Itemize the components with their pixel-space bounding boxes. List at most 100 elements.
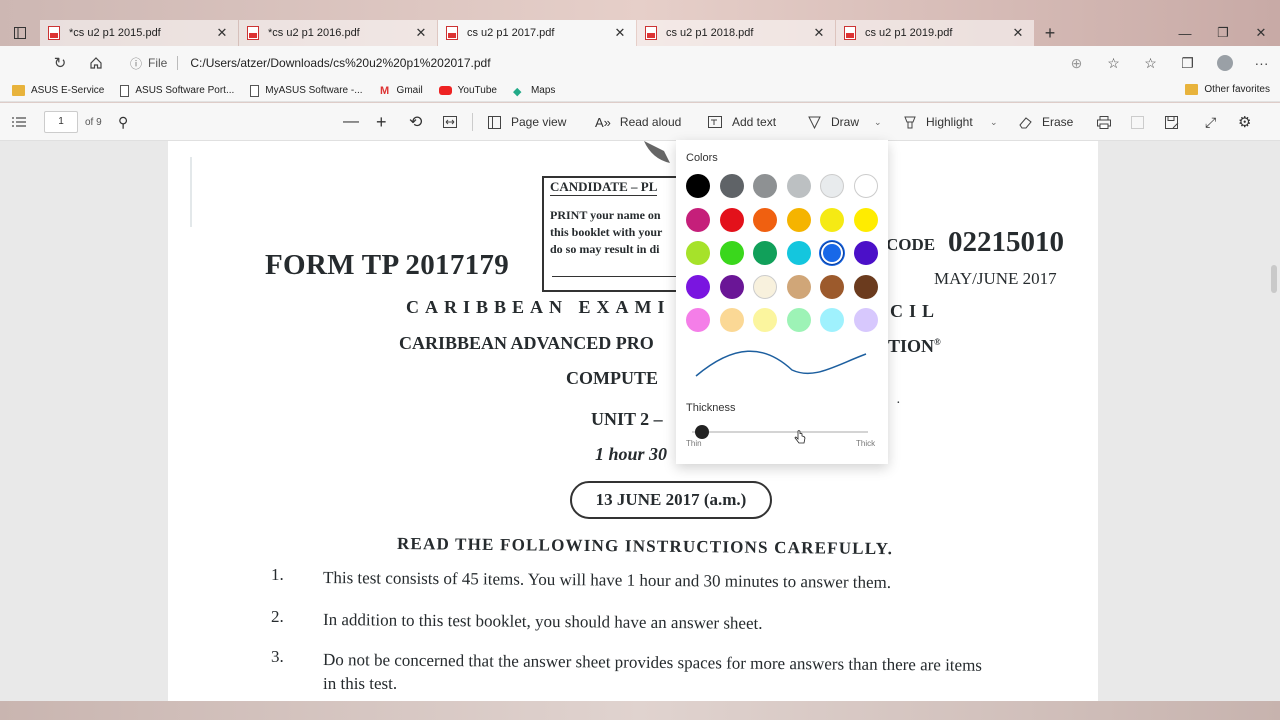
more-menu-icon[interactable]: ···: [1243, 55, 1280, 71]
color-swatch[interactable]: [786, 241, 811, 265]
color-swatch[interactable]: [853, 174, 878, 198]
tab-2[interactable]: *cs u2 p1 2016.pdf ✕: [239, 20, 437, 46]
capec-right-text: TION: [888, 336, 935, 356]
instruction-text: Do not be concerned that the answer shee…: [322, 650, 983, 675]
highlight-options-chevron[interactable]: ⌄: [990, 103, 998, 141]
fullscreen-button[interactable]: ⤢: [1205, 103, 1216, 141]
minimize-button[interactable]: —: [1166, 20, 1204, 46]
zoom-in-button[interactable]: +: [376, 103, 387, 141]
favorite-item[interactable]: ◆ Maps: [513, 85, 555, 98]
colors-label: Colors: [686, 152, 718, 164]
tab-4[interactable]: cs u2 p1 2018.pdf ✕: [637, 20, 835, 46]
close-tab-icon[interactable]: ✕: [612, 25, 628, 41]
save-disabled-button[interactable]: [1131, 103, 1144, 141]
color-swatch[interactable]: [786, 274, 811, 299]
add-text-button[interactable]: Add text: [708, 103, 776, 141]
zoom-out-button[interactable]: —: [343, 103, 359, 141]
favorite-item[interactable]: MyASUS Software -...: [250, 84, 363, 97]
color-swatch[interactable]: [719, 274, 744, 299]
add-favorite-icon[interactable]: ☆: [1095, 55, 1132, 72]
read-aloud-button[interactable]: A» Read aloud: [595, 103, 681, 141]
save-as-button[interactable]: [1165, 103, 1179, 141]
color-swatch[interactable]: [753, 308, 777, 332]
color-swatch[interactable]: [686, 308, 710, 332]
print-button[interactable]: [1097, 103, 1111, 141]
color-swatch[interactable]: [753, 174, 777, 198]
color-swatch[interactable]: [853, 241, 878, 265]
color-swatch[interactable]: [753, 241, 777, 265]
close-tab-icon[interactable]: ✕: [811, 25, 827, 41]
color-swatch[interactable]: [820, 308, 844, 332]
color-swatch[interactable]: [719, 308, 744, 332]
collections-icon[interactable]: ❐: [1169, 55, 1206, 72]
favorite-item[interactable]: ASUS E-Service: [12, 85, 104, 96]
color-swatch[interactable]: [853, 274, 878, 299]
color-swatch[interactable]: [786, 207, 811, 232]
color-swatch[interactable]: [820, 174, 844, 198]
draw-options-chevron[interactable]: ⌄: [874, 103, 882, 141]
color-swatch[interactable]: [820, 241, 844, 265]
rotate-button[interactable]: ⟲: [409, 103, 422, 141]
tab-3[interactable]: cs u2 p1 2017.pdf ✕: [438, 20, 636, 46]
form-tp-number: FORM TP 2017179: [265, 249, 510, 281]
thickness-slider-track[interactable]: [692, 431, 868, 433]
info-icon[interactable]: ⓘ: [130, 55, 142, 72]
fit-width-button[interactable]: [443, 103, 457, 141]
favorite-item[interactable]: YouTube: [438, 85, 497, 96]
close-tab-icon[interactable]: ✕: [1010, 25, 1026, 41]
tab-title: cs u2 p1 2019.pdf: [865, 27, 953, 39]
folder-icon: [12, 85, 25, 96]
refresh-button[interactable]: ↻: [42, 46, 78, 80]
tab-title: *cs u2 p1 2015.pdf: [69, 27, 161, 39]
page-number-input[interactable]: 1: [44, 111, 78, 133]
color-swatch[interactable]: [719, 174, 744, 198]
profile-avatar[interactable]: [1206, 55, 1243, 71]
color-swatch[interactable]: [686, 174, 710, 198]
home-icon: [90, 57, 102, 69]
council-name-left: CARIBBEAN EXAMI: [406, 297, 671, 317]
color-swatch[interactable]: [686, 241, 710, 265]
tab-actions-button[interactable]: [0, 20, 40, 46]
color-swatch[interactable]: [686, 274, 710, 299]
print-icon: [1097, 115, 1111, 129]
color-swatch[interactable]: [786, 308, 811, 332]
close-tab-icon[interactable]: ✕: [413, 25, 429, 41]
color-swatch[interactable]: [820, 207, 844, 232]
highlight-button[interactable]: Highlight: [903, 103, 973, 141]
new-tab-button[interactable]: +: [1035, 20, 1065, 46]
unit-title: UNIT 2 –: [591, 409, 663, 429]
close-window-button[interactable]: ✕: [1242, 20, 1280, 46]
zoom-icon[interactable]: ⊕: [1058, 55, 1095, 72]
color-swatch[interactable]: [719, 207, 744, 232]
address-bar[interactable]: ⓘ File C:/Users/atzer/Downloads/cs%20u2%…: [130, 52, 1060, 74]
exam-session: MAY/JUNE 2017: [934, 269, 1057, 288]
contents-button[interactable]: [12, 103, 26, 141]
thickness-slider-thumb[interactable]: [695, 425, 709, 439]
favorite-item[interactable]: M Gmail: [379, 85, 423, 97]
highlight-label: Highlight: [926, 115, 973, 129]
color-swatch[interactable]: [853, 207, 878, 232]
close-tab-icon[interactable]: ✕: [214, 25, 230, 41]
erase-button[interactable]: Erase: [1019, 103, 1073, 141]
draw-button[interactable]: Draw: [808, 103, 859, 141]
color-swatch[interactable]: [786, 174, 811, 198]
favorite-item[interactable]: ASUS Software Port...: [120, 84, 234, 97]
color-swatch[interactable]: [753, 207, 777, 232]
pdf-viewer[interactable]: CANDIDATE – PL PRINT your name on this b…: [0, 141, 1280, 701]
settings-button[interactable]: ⚙: [1238, 103, 1251, 141]
other-favorites[interactable]: Other favorites: [1185, 84, 1270, 95]
page-view-button[interactable]: Page view: [488, 103, 566, 141]
find-button[interactable]: ⚲: [118, 103, 128, 141]
home-button[interactable]: [78, 46, 114, 80]
favorites-icon[interactable]: ☆: [1132, 55, 1169, 72]
vertical-scrollbar[interactable]: [1271, 265, 1277, 293]
tab-5[interactable]: cs u2 p1 2019.pdf ✕: [836, 20, 1034, 46]
maximize-button[interactable]: ❐: [1204, 20, 1242, 46]
tab-1[interactable]: *cs u2 p1 2015.pdf ✕: [40, 20, 238, 46]
color-swatch[interactable]: [719, 241, 744, 265]
color-swatch[interactable]: [820, 274, 844, 299]
color-swatch[interactable]: [686, 207, 710, 232]
color-swatch[interactable]: [853, 308, 878, 332]
color-swatch[interactable]: [753, 274, 777, 299]
url-text[interactable]: C:/Users/atzer/Downloads/cs%20u2%20p1%20…: [190, 56, 490, 70]
